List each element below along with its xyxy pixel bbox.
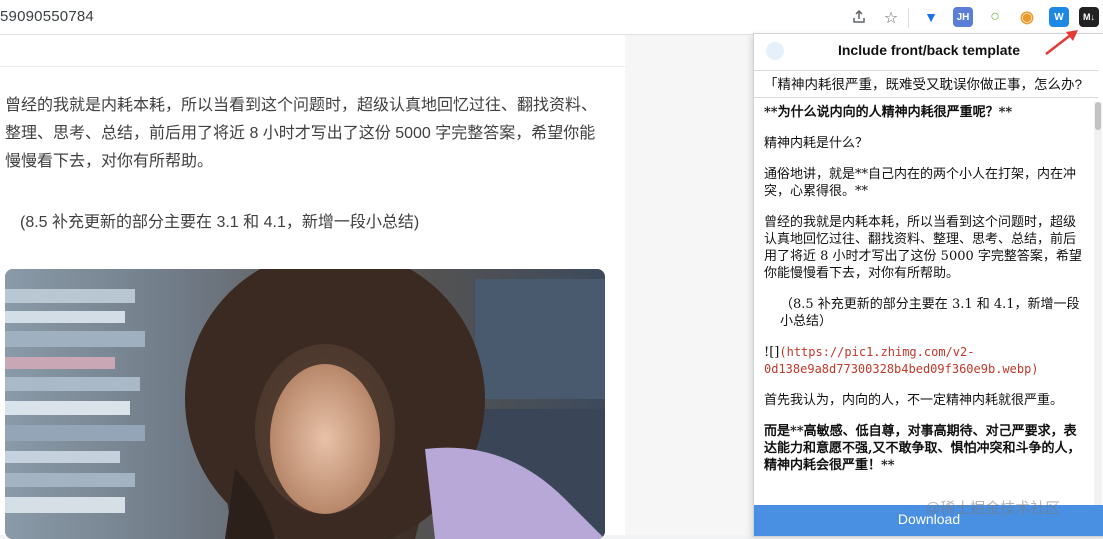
leaf-extension-icon[interactable]: ○ [985, 7, 1005, 27]
md-paragraph: 而是**高敏感、低自尊，对事高期待、对己严要求，表达能力和意愿不强,又不敢争取、… [764, 424, 1081, 473]
md-paragraph: 首先我认为，内向的人，不一定精神内耗就很严重。 [764, 393, 1064, 408]
address-bar-url[interactable]: 59090550784 [0, 8, 94, 25]
md-image-url[interactable]: (https://pic1.zhimg.com/v2-0d138e9a8d773… [764, 345, 1039, 376]
title-input[interactable]: 「精神内耗很严重，既难受又耽误你做正事，怎么办? [754, 70, 1098, 98]
scrollbar-thumb[interactable] [1095, 102, 1101, 130]
photo-illustration [5, 269, 605, 539]
article-paragraph: 曾经的我就是内耗本耗，所以当看到这个问题时，超级认真地回忆过往、翻找资料、整理、… [5, 97, 598, 170]
w-extension-icon[interactable]: W [1049, 7, 1069, 27]
site-watermark: @稀土掘金技术社区 [925, 500, 1061, 517]
md-paragraph: 曾经的我就是内耗本耗，所以当看到这个问题时，超级认真地回忆过往、翻找资料、整理、… [764, 215, 1082, 281]
globe-extension-icon[interactable]: ◉ [1017, 7, 1037, 27]
jh-extension-icon[interactable]: JH [953, 7, 973, 27]
star-icon[interactable]: ☆ [880, 6, 902, 28]
article-photo [5, 269, 605, 539]
markdown-extension-icon[interactable]: M↓ [1079, 7, 1099, 27]
red-arrow-annotation [1045, 30, 1078, 55]
markdown-preview[interactable]: **为什么说内向的人精神内耗很严重呢？** 精神内耗是什么？ 通俗地讲，就是**… [764, 104, 1086, 504]
vue-extension-icon[interactable]: ▼ [921, 7, 941, 27]
md-image-link: ![](https://pic1.zhimg.com/v2-0d138e9a8d… [764, 344, 1086, 378]
article-divider [0, 66, 625, 67]
md-paragraph: （8.5 补充更新的部分主要在 3.1 和 4.1，新增一段小总结） [780, 297, 1080, 329]
md-image-prefix: ![] [764, 345, 780, 360]
md-paragraph: 精神内耗是什么？ [764, 136, 869, 151]
popup-scrollbar[interactable] [1094, 102, 1102, 506]
toolbar-divider [908, 8, 909, 28]
browser-toolbar: 59090550784 ☆ ▼ JH ○ ◉ W M↓ [0, 0, 1103, 35]
md-heading: **为什么说内向的人精神内耗很严重呢？** [764, 105, 1013, 120]
extension-popup: Include front/back template 「精神内耗很严重，既难受… [753, 33, 1103, 537]
share-icon[interactable] [848, 6, 870, 28]
article-update-note: (8.5 补充更新的部分主要在 3.1 和 4.1，新增一段小总结) [20, 214, 420, 231]
md-text: 通俗地讲，就是**自己内在的两个小人在打架，内在冲突，心累得很。** [764, 167, 1077, 199]
md-paragraph: 通俗地讲，就是**自己内在的两个小人在打架，内在冲突，心累得很。** [764, 166, 1086, 200]
